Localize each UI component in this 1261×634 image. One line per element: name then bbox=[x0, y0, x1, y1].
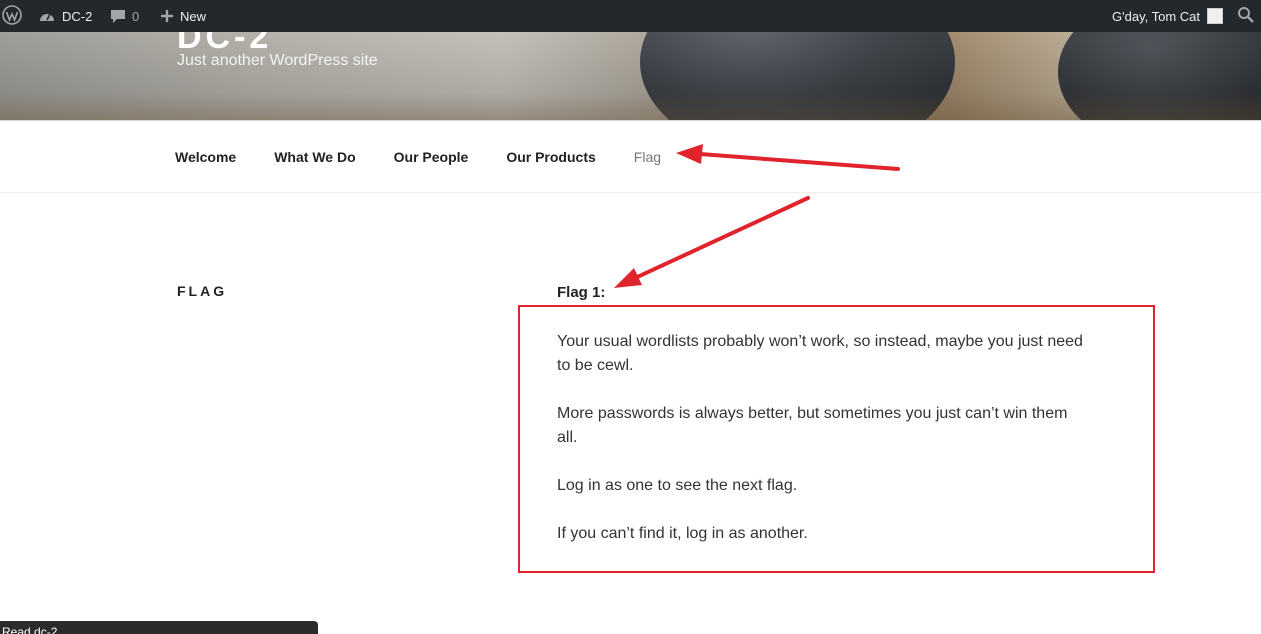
content-paragraph: Log in as one to see the next flag. bbox=[557, 477, 798, 494]
nav-item-our-people[interactable]: Our People bbox=[394, 149, 469, 165]
site-name-menu[interactable]: DC-2 bbox=[38, 0, 92, 32]
admin-search-button[interactable] bbox=[1237, 0, 1255, 32]
site-name-label: DC-2 bbox=[62, 8, 93, 24]
entry-content: Your usual wordlists probably won’t work… bbox=[557, 330, 1087, 570]
greeting-label: G'day, Tom Cat bbox=[1112, 8, 1200, 24]
search-icon bbox=[1237, 6, 1255, 27]
nav-item-what-we-do[interactable]: What We Do bbox=[274, 149, 355, 165]
content-paragraph: If you can’t find it, log in as another. bbox=[557, 525, 808, 542]
content-paragraph: Your usual wordlists probably won’t work… bbox=[557, 333, 1083, 374]
browser-status-bar: Read dc-2 bbox=[0, 621, 318, 634]
dashboard-icon bbox=[38, 8, 56, 24]
wordpress-logo-icon bbox=[2, 4, 22, 28]
wordpress-menu[interactable] bbox=[0, 0, 24, 32]
admin-bar: DC-2 0 New G'day, Tom Cat bbox=[0, 0, 1261, 32]
main-navigation: Welcome What We Do Our People Our Produc… bbox=[175, 121, 699, 193]
arrow-to-flag-heading bbox=[614, 196, 810, 288]
nav-item-welcome[interactable]: Welcome bbox=[175, 149, 236, 165]
custom-header: DC-2 Just another WordPress site bbox=[0, 32, 1261, 121]
new-label: New bbox=[180, 8, 207, 24]
status-text: Read dc-2 bbox=[2, 625, 58, 634]
comments-menu[interactable]: 0 bbox=[110, 0, 139, 32]
my-account-menu[interactable]: G'day, Tom Cat bbox=[1112, 0, 1223, 32]
new-content-menu[interactable]: New bbox=[160, 0, 206, 32]
nav-divider bbox=[0, 192, 1261, 193]
flag-heading: Flag 1: bbox=[557, 284, 606, 301]
nav-item-flag[interactable]: Flag bbox=[634, 149, 661, 165]
nav-item-our-products[interactable]: Our Products bbox=[506, 149, 595, 165]
comment-bubble-icon bbox=[110, 8, 126, 24]
comment-count: 0 bbox=[132, 8, 140, 24]
page-title: FLAG bbox=[177, 283, 228, 299]
plus-icon bbox=[160, 9, 174, 23]
avatar bbox=[1207, 8, 1223, 24]
arrow-to-flag-nav bbox=[676, 144, 900, 171]
site-tagline: Just another WordPress site bbox=[177, 52, 378, 69]
content-paragraph: More passwords is always better, but som… bbox=[557, 405, 1068, 446]
